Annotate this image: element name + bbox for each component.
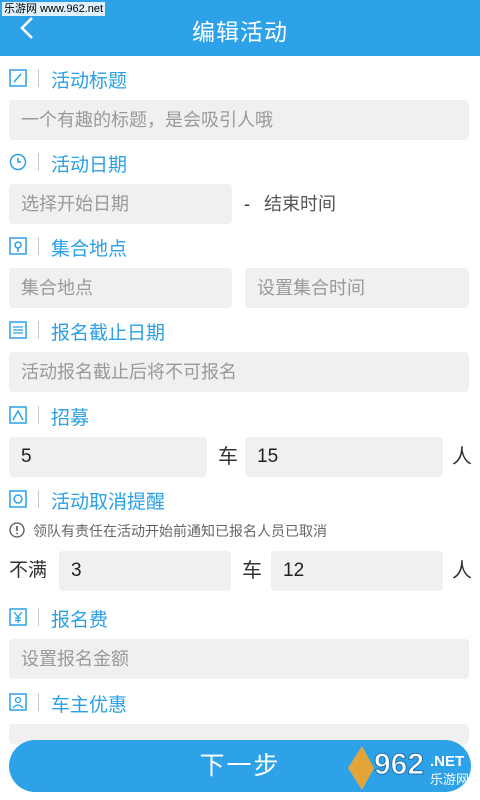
section-label: 活动标题 — [51, 71, 128, 92]
people-unit: 人 — [452, 560, 472, 582]
divider — [38, 490, 39, 508]
section-deadline: 报名截止日期 — [0, 313, 480, 347]
calendar-icon — [9, 321, 27, 339]
cancel-cars-input[interactable]: 3 — [59, 551, 231, 591]
logo-number: 962 — [374, 748, 424, 781]
recruit-icon — [9, 406, 27, 424]
logo-net: .NET — [430, 753, 464, 770]
section-title: 活动标题 — [0, 61, 480, 95]
info-icon — [9, 522, 25, 538]
date-dash: - — [244, 194, 250, 214]
car-unit: 车 — [218, 446, 238, 468]
title-input[interactable]: 一个有趣的标题，是会吸引人哦 — [9, 100, 469, 140]
start-date-input[interactable]: 选择开始日期 — [9, 184, 232, 224]
section-label: 活动取消提醒 — [51, 492, 166, 513]
section-fee: 报名费 — [0, 600, 480, 634]
section-meet: 集合地点 — [0, 229, 480, 263]
recruit-people-input[interactable]: 15 — [245, 437, 443, 477]
edit-icon — [9, 69, 27, 87]
section-label: 集合地点 — [51, 239, 128, 260]
logo-subtitle: 乐游网 — [430, 773, 469, 788]
yen-icon — [9, 608, 27, 626]
location-icon — [9, 237, 27, 255]
deadline-input[interactable]: 活动报名截止后将不可报名 — [9, 352, 469, 392]
divider — [38, 69, 39, 87]
page-title: 编辑活动 — [192, 19, 288, 45]
fee-input[interactable]: 设置报名金额 — [9, 639, 469, 679]
car-owner-icon — [9, 693, 27, 711]
end-date-input[interactable]: 结束时间 — [264, 184, 336, 224]
watermark-text: 乐游网 www.962.net — [2, 2, 106, 16]
section-cancel: 活动取消提醒 — [0, 482, 480, 516]
divider — [38, 321, 39, 339]
section-label: 招募 — [51, 408, 90, 429]
meet-place-input[interactable]: 集合地点 — [9, 268, 232, 308]
section-owner: 车主优惠 — [0, 685, 480, 719]
notice-text: 领队有责任在活动开始前通知已报名人员已取消 — [33, 523, 327, 539]
divider — [38, 406, 39, 424]
section-label: 车主优惠 — [51, 695, 128, 716]
divider — [38, 693, 39, 711]
meet-time-input[interactable]: 设置集合时间 — [245, 268, 469, 308]
section-label: 活动日期 — [51, 155, 128, 176]
divider — [38, 153, 39, 171]
clock-icon — [9, 153, 27, 171]
app-header: 编辑活动 乐游网 www.962.net — [0, 0, 480, 56]
car-unit: 车 — [242, 560, 262, 582]
site-logo: 962 .NET 乐游网 — [348, 746, 469, 790]
section-label: 报名截止日期 — [51, 323, 166, 344]
cancel-people-input[interactable]: 12 — [271, 551, 443, 591]
cancel-icon — [9, 490, 27, 508]
section-label: 报名费 — [51, 610, 109, 631]
divider — [38, 608, 39, 626]
section-recruit: 招募 — [0, 398, 480, 432]
cancel-prefix: 不满 — [9, 560, 48, 581]
people-unit: 人 — [452, 446, 472, 468]
section-date: 活动日期 — [0, 145, 480, 179]
divider — [38, 237, 39, 255]
recruit-cars-input[interactable]: 5 — [9, 437, 207, 477]
